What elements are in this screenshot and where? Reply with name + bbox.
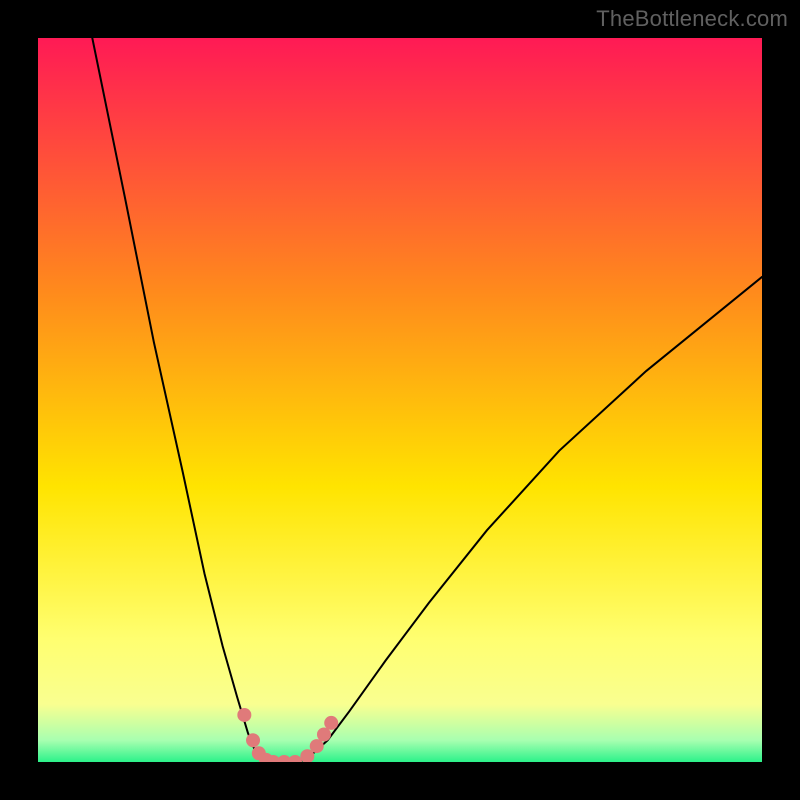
watermark-text: TheBottleneck.com — [596, 6, 788, 32]
plot-area — [38, 38, 762, 762]
chart-svg — [38, 38, 762, 762]
chart-frame: TheBottleneck.com — [0, 0, 800, 800]
marker-point — [310, 739, 324, 753]
marker-point — [324, 716, 338, 730]
gradient-background — [38, 38, 762, 762]
marker-point — [246, 733, 260, 747]
marker-point — [237, 708, 251, 722]
marker-point — [317, 727, 331, 741]
